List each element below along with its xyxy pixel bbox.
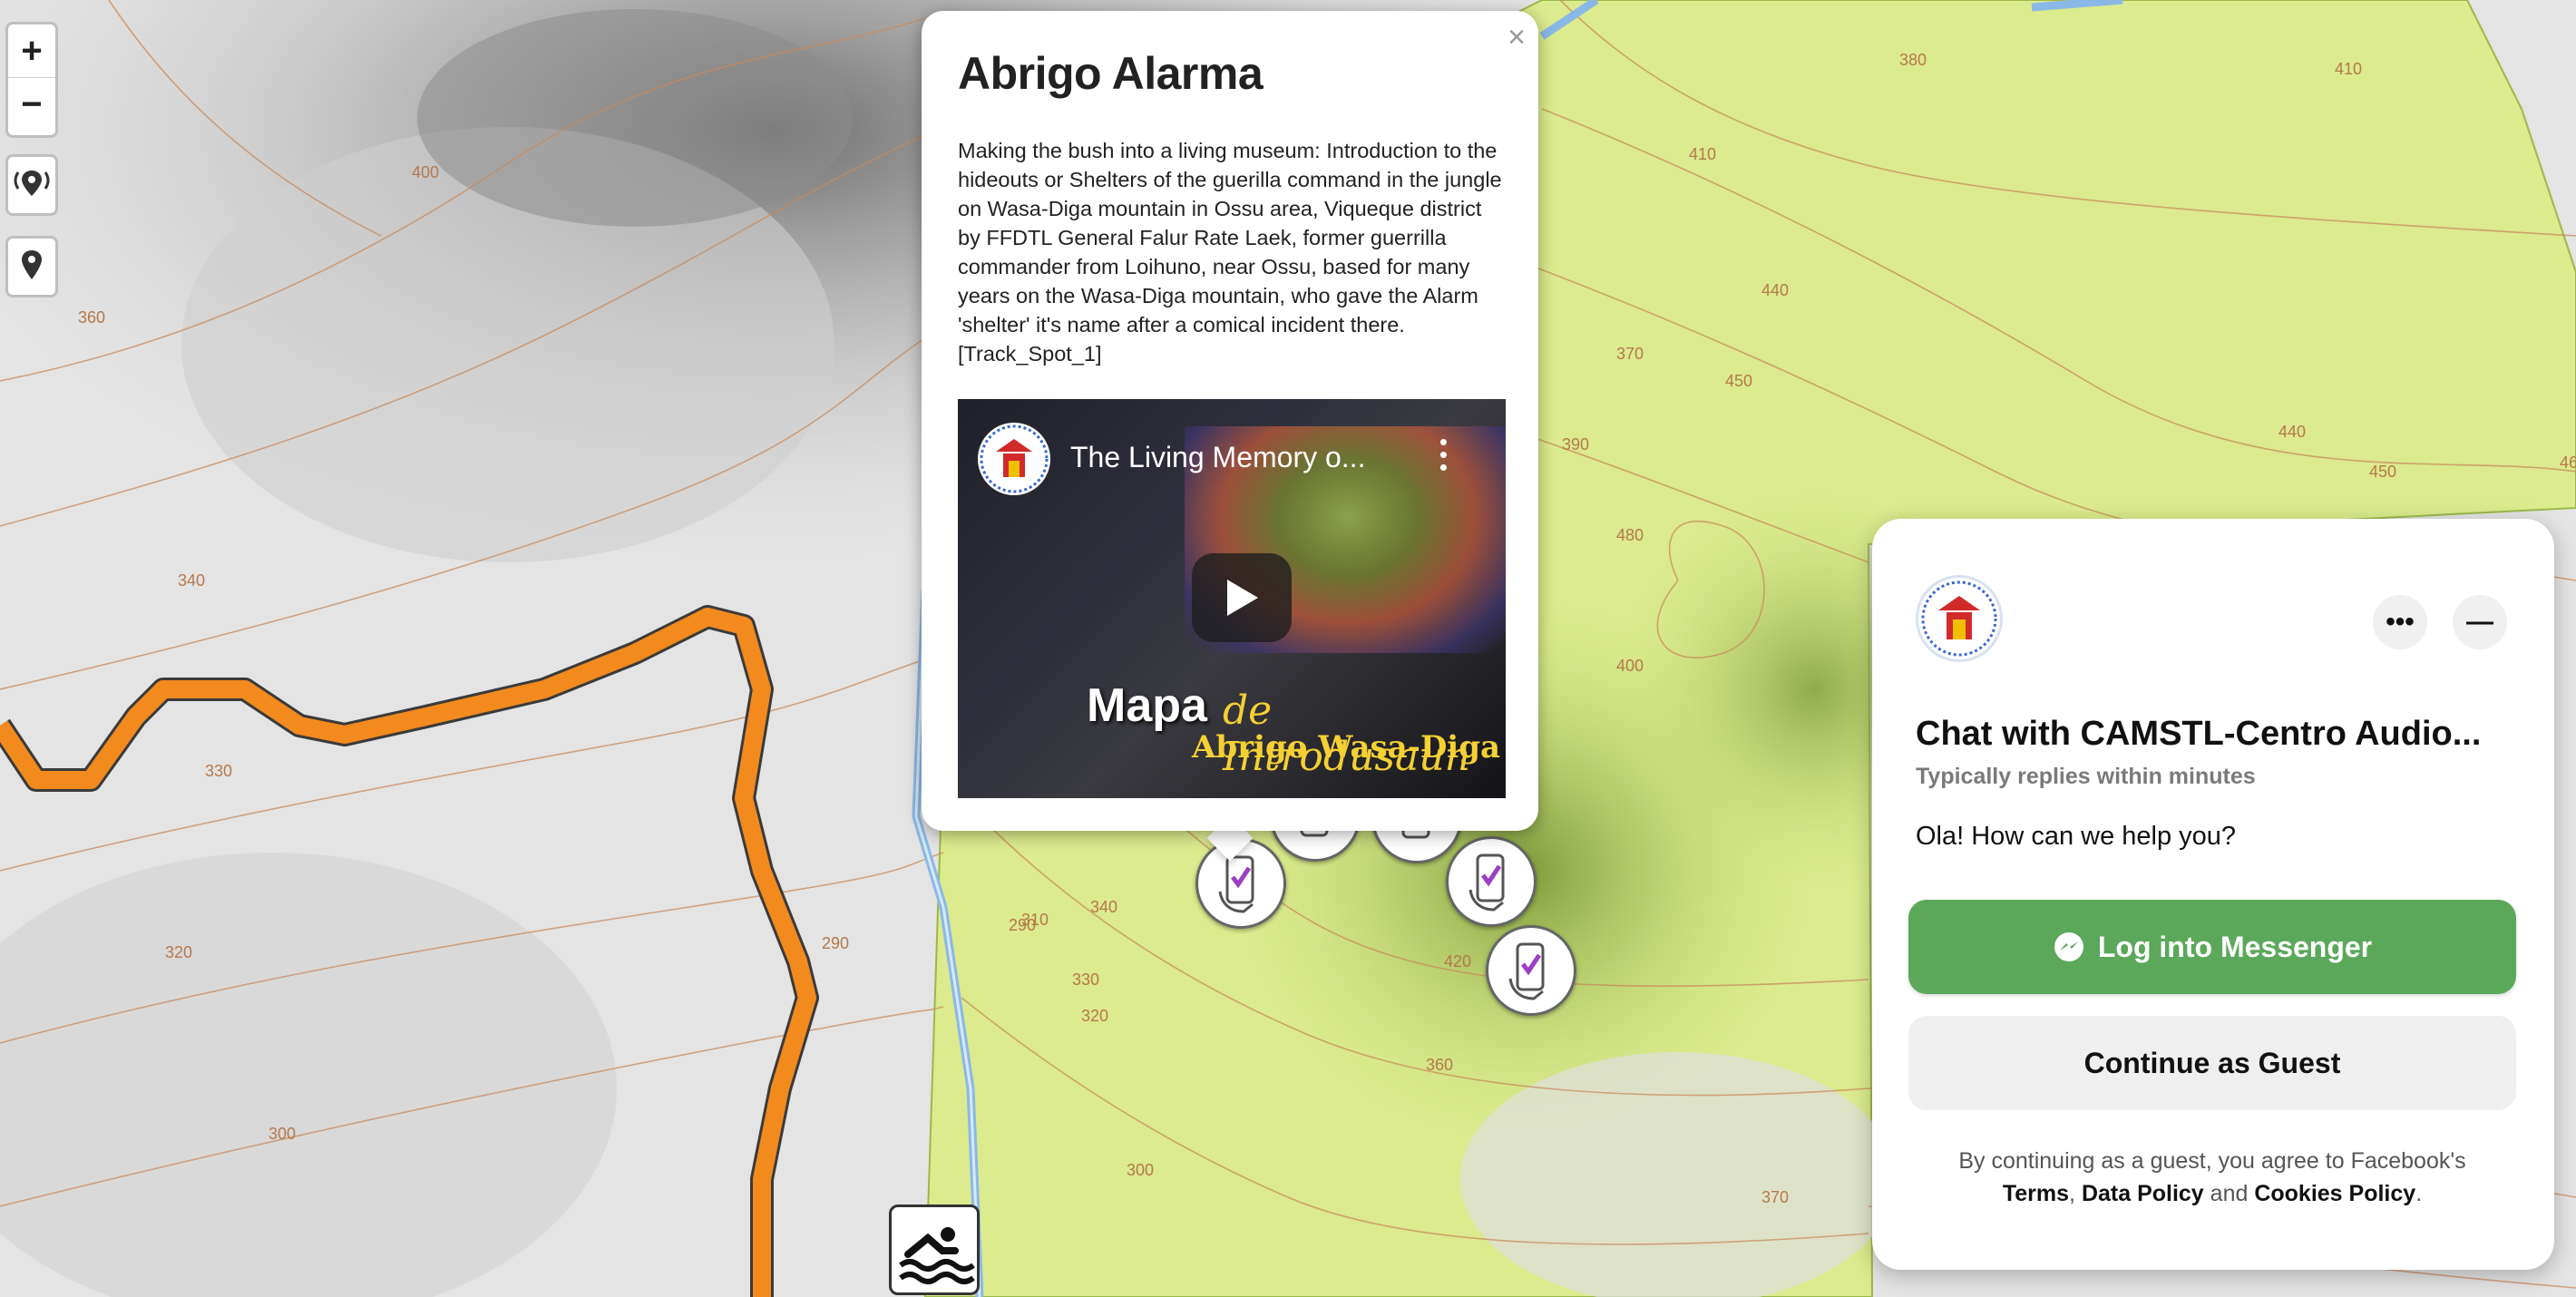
- legal-prefix: By continuing as a guest, you agree to F…: [1958, 1148, 2466, 1174]
- page-avatar: [1916, 575, 2003, 662]
- contour-label: 340: [1090, 898, 1117, 916]
- more-vertical-icon[interactable]: • • •: [1439, 430, 1448, 479]
- close-icon[interactable]: ×: [1508, 20, 1526, 55]
- contour-label: 310: [1021, 911, 1049, 929]
- contour-label: 440: [1761, 281, 1789, 299]
- play-icon[interactable]: [1192, 553, 1292, 642]
- messenger-chat-widget: ••• — Chat with CAMSTL-Centro Audio... T…: [1872, 519, 2554, 1270]
- contour-label: 390: [1562, 435, 1589, 453]
- log-into-messenger-button[interactable]: Log into Messenger: [1908, 900, 2516, 994]
- map-popup: × Abrigo Alarma Making the bush into a l…: [922, 11, 1538, 831]
- messenger-icon: [2054, 932, 2083, 961]
- contour-label: 360: [1426, 1056, 1453, 1074]
- locate-control: [5, 154, 58, 216]
- legal-end: .: [2415, 1181, 2423, 1206]
- swimming-icon[interactable]: [889, 1204, 980, 1295]
- map-pin-icon[interactable]: [8, 239, 55, 291]
- pin-control: [5, 236, 58, 297]
- greeting-message: Ola! How can we help you?: [1916, 822, 2237, 851]
- popup-title: Abrigo Alarma: [958, 48, 1264, 99]
- contour-label: 420: [1444, 952, 1471, 970]
- contour-label: 290: [822, 934, 849, 952]
- login-label: Log into Messenger: [2097, 930, 2373, 963]
- chat-title: Chat with CAMSTL-Centro Audio...: [1916, 715, 2482, 753]
- thumbnail-text: Mapa: [1087, 679, 1207, 732]
- contour-label: 460: [2560, 453, 2576, 472]
- thumbnail-subtitle: Abrigo Wasa-Diga: [1192, 729, 1501, 766]
- popup-description: Making the bush into a living museum: In…: [958, 139, 1502, 366]
- data-policy-link[interactable]: Data Policy: [2082, 1181, 2204, 1206]
- guest-label: Continue as Guest: [2083, 1046, 2341, 1079]
- contour-label: 370: [1616, 345, 1644, 363]
- contour-label: 400: [1616, 657, 1644, 675]
- video-title[interactable]: The Living Memory o...: [1070, 441, 1365, 474]
- phone-checkin-icon[interactable]: [1486, 925, 1576, 1016]
- contour-label: 300: [1127, 1161, 1154, 1179]
- location-broadcast-icon[interactable]: [8, 157, 55, 210]
- minimize-icon[interactable]: —: [2453, 595, 2507, 649]
- legal-notice: By continuing as a guest, you agree to F…: [1908, 1145, 2516, 1210]
- contour-label: 320: [1081, 1007, 1108, 1025]
- channel-logo[interactable]: [978, 423, 1050, 495]
- legal-and: and: [2203, 1181, 2255, 1206]
- contour-label: 330: [1072, 970, 1099, 989]
- zoom-out-button[interactable]: −: [8, 77, 55, 131]
- contour-label: 400: [412, 163, 439, 181]
- contour-label: 410: [2335, 60, 2362, 78]
- contour-label: 440: [2278, 423, 2306, 441]
- phone-checkin-icon[interactable]: [1446, 836, 1537, 927]
- zoom-control: + −: [5, 22, 58, 138]
- contour-label: 370: [1761, 1188, 1789, 1206]
- contour-label: 360: [78, 308, 105, 327]
- more-options-icon[interactable]: •••: [2373, 595, 2427, 649]
- contour-label: 380: [1899, 51, 1927, 69]
- contour-label: 300: [268, 1125, 296, 1143]
- contour-label: 340: [178, 571, 205, 590]
- contour-label: 480: [1616, 526, 1644, 544]
- reply-time: Typically replies within minutes: [1916, 764, 2256, 789]
- terms-link[interactable]: Terms: [2003, 1181, 2069, 1206]
- contour-label: 320: [165, 943, 192, 961]
- contour-label: 450: [2369, 463, 2396, 481]
- video-embed[interactable]: The Living Memory o... • • • Mapa de Intro…: [958, 399, 1506, 798]
- zoom-in-button[interactable]: +: [8, 24, 55, 77]
- contour-label: 450: [1725, 372, 1752, 390]
- continue-as-guest-button[interactable]: Continue as Guest: [1908, 1016, 2516, 1110]
- contour-label: 410: [1689, 145, 1716, 163]
- cookies-policy-link[interactable]: Cookies Policy: [2254, 1181, 2415, 1206]
- legal-sep: ,: [2069, 1181, 2082, 1206]
- contour-label: 330: [205, 762, 232, 780]
